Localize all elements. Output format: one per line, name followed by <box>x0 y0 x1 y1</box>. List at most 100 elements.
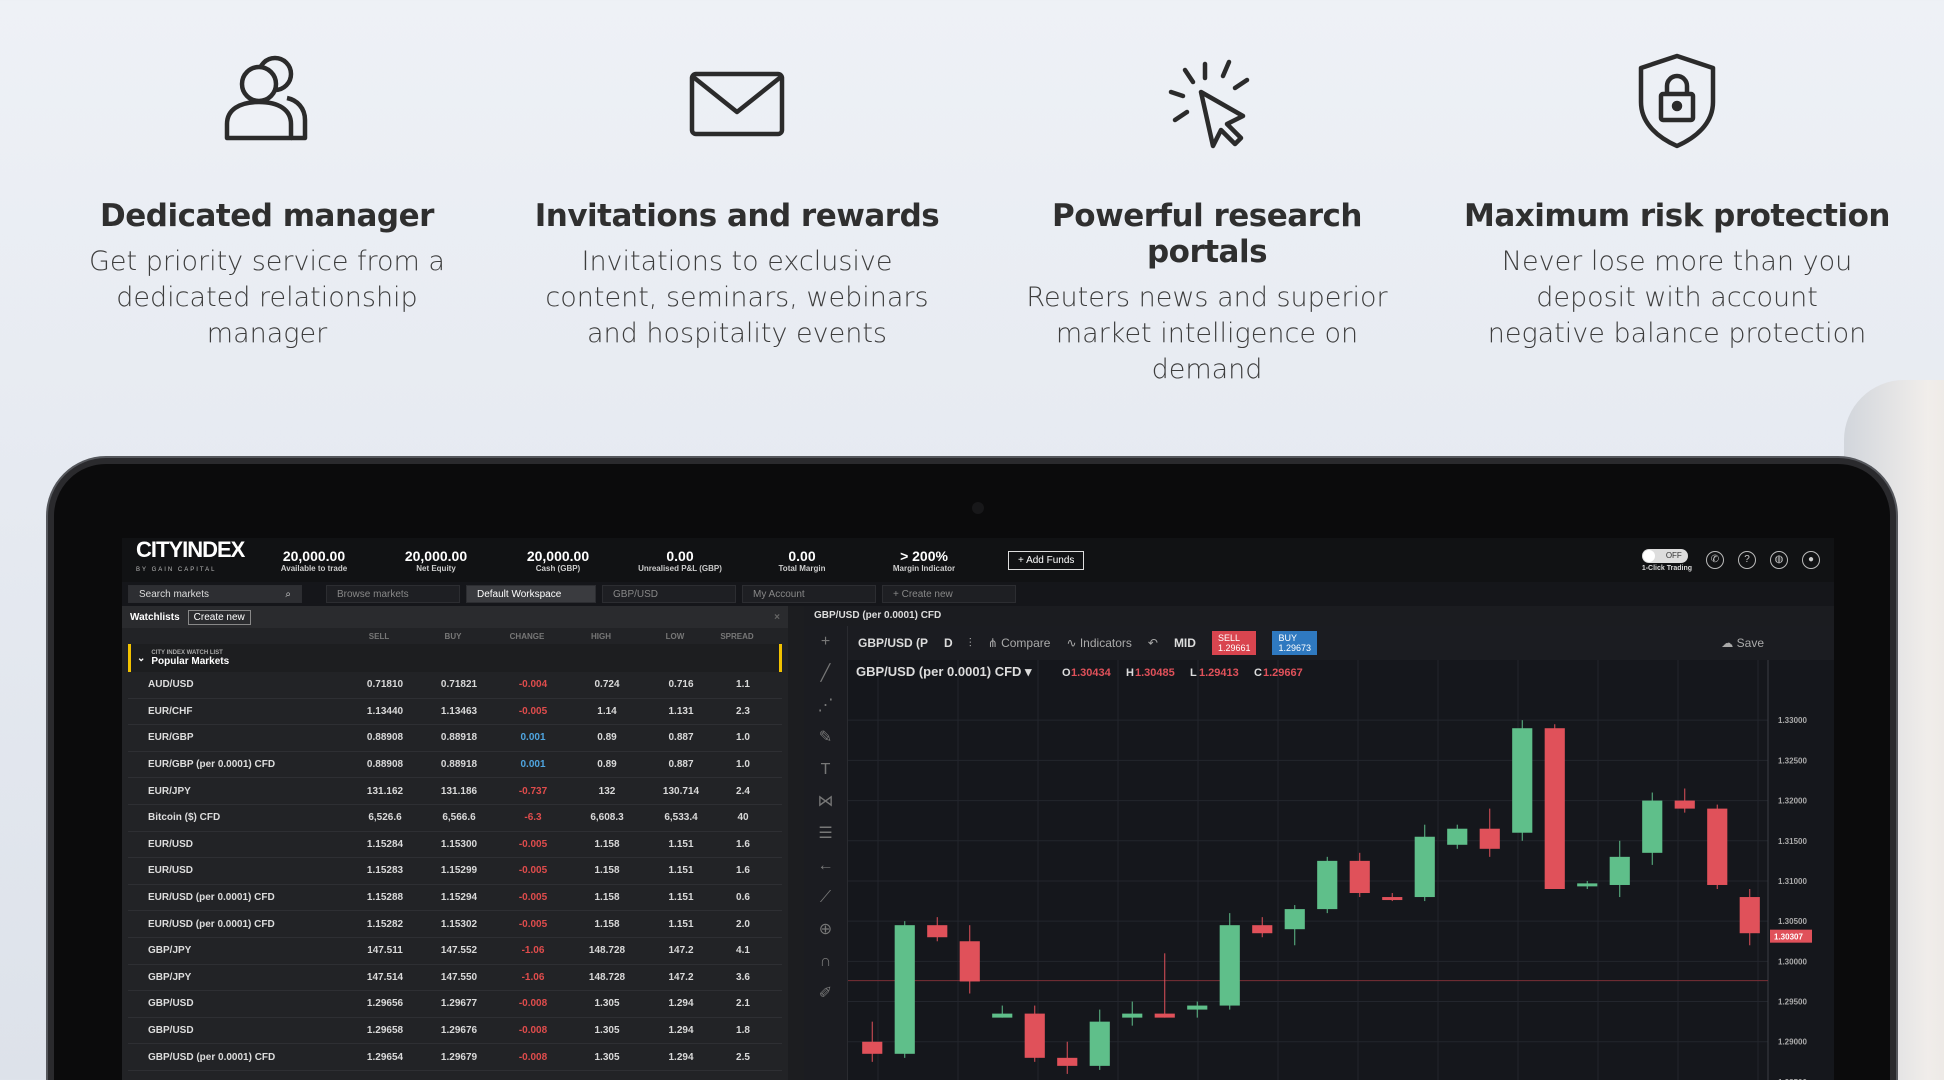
feature-text: Get priority service from a dedicated re… <box>89 246 445 349</box>
col-high[interactable]: HIGH <box>564 632 638 641</box>
back-arrow-icon[interactable]: ← <box>804 850 847 882</box>
table-row[interactable]: AUD/USD 0.71810 0.71821 -0.004 0.724 0.716 1.1 <box>128 672 782 699</box>
ruler-icon[interactable]: ☰ <box>804 818 847 850</box>
trendline-icon[interactable]: ╱ <box>804 658 847 690</box>
measure-icon[interactable]: ⟋ <box>804 882 847 914</box>
magnet-icon[interactable]: ∩ <box>804 946 847 978</box>
market-sell[interactable]: 0.88908 <box>348 732 422 743</box>
market-sell[interactable]: 1.15282 <box>348 919 422 930</box>
table-row[interactable]: GBP/USD 1.29658 1.29676 -0.008 1.305 1.294 1.8 <box>128 1018 782 1045</box>
market-sell[interactable]: 147.514 <box>348 972 422 983</box>
buy-button[interactable]: BUY 1.29673 <box>1272 631 1318 655</box>
fib-icon[interactable]: ⋰ <box>804 690 847 722</box>
table-row[interactable]: EUR/USD (per 0.0001) CFD 1.15282 1.15302 -0… <box>128 911 782 938</box>
market-buy[interactable]: 147.552 <box>422 945 496 956</box>
col-change[interactable]: CHANGE <box>490 632 564 641</box>
sell-button[interactable]: SELL 1.29661 <box>1211 631 1257 655</box>
tab-create-new[interactable]: + Create new <box>882 585 1016 603</box>
search-markets-input[interactable]: Search markets ⌕ <box>128 585 302 603</box>
table-row[interactable]: GBP/USD 1.29656 1.29677 -0.008 1.305 1.294 2.1 <box>128 991 782 1018</box>
table-row[interactable]: GBP/JPY 147.514 147.550 -1.06 148.728 147.2 3.… <box>128 965 782 992</box>
table-row[interactable]: GBP/JPY 147.511 147.552 -1.06 148.728 147.2 4.… <box>128 938 782 965</box>
market-buy[interactable]: 0.88918 <box>422 732 496 743</box>
col-buy[interactable]: BUY <box>416 632 490 641</box>
one-click-toggle[interactable]: OFF <box>1641 548 1688 563</box>
lock-drawing-icon[interactable]: ✐ <box>804 978 847 1010</box>
phone-icon[interactable]: ✆ <box>1706 551 1724 569</box>
indicators-button[interactable]: ∿ Indicators <box>1066 636 1131 650</box>
globe-icon[interactable]: ◍ <box>1770 551 1788 569</box>
table-row[interactable]: GBP/USD (per 0.0001) CFD 1.29654 1.29679 -0… <box>128 1044 782 1071</box>
col-spread[interactable]: SPREAD <box>712 632 762 641</box>
table-row[interactable]: EUR/USD (per 0.0001) CFD 1.15288 1.15294 -0… <box>128 885 782 912</box>
one-click-trading[interactable]: OFF 1-Click Trading <box>1641 548 1692 572</box>
market-buy[interactable]: 0.88918 <box>422 759 496 770</box>
market-sell[interactable]: 1.29654 <box>348 1052 422 1063</box>
crosshair-icon[interactable]: + <box>804 626 847 658</box>
brush-icon[interactable]: ✎ <box>804 722 847 754</box>
tab-browse-markets[interactable]: Browse markets <box>326 585 460 603</box>
create-watchlist-button[interactable]: Create new <box>187 609 251 625</box>
envelope-icon <box>517 50 957 160</box>
market-buy[interactable]: 147.550 <box>422 972 496 983</box>
table-row[interactable]: Bitcoin ($) CFD 6,526.6 6,566.6 -6.3 6,608.3… <box>128 805 782 832</box>
market-change: -0.008 <box>518 1025 548 1037</box>
market-sell[interactable]: 1.29656 <box>348 998 422 1009</box>
tab-default-workspace[interactable]: Default Workspace <box>466 585 596 603</box>
add-funds-button[interactable]: + Add Funds <box>1008 550 1085 570</box>
interval-selector[interactable]: D <box>944 636 953 650</box>
market-buy[interactable]: 131.186 <box>422 786 496 797</box>
table-row[interactable]: EUR/USD 1.15284 1.15300 -0.005 1.158 1.151 1.6 <box>128 832 782 859</box>
table-row[interactable]: EUR/CHF 1.13440 1.13463 -0.005 1.14 1.131 2.3 <box>128 699 782 726</box>
candle-body <box>1642 800 1663 853</box>
market-sell[interactable]: 1.15283 <box>348 865 422 876</box>
candle-type-icon[interactable]: ⫶ <box>969 636 972 651</box>
market-high: 0.89 <box>597 759 617 771</box>
help-icon[interactable]: ? <box>1738 551 1756 569</box>
instrument-selector[interactable]: GBP/USD (P <box>858 636 928 650</box>
pattern-icon[interactable]: ⋈ <box>804 786 847 818</box>
table-row[interactable]: EUR/USD 1.15283 1.15299 -0.005 1.158 1.151 1.6 <box>128 858 782 885</box>
table-row[interactable]: EUR/GBP (per 0.0001) CFD 0.88908 0.88918 0.… <box>128 752 782 779</box>
market-sell[interactable]: 1.29658 <box>348 1025 422 1036</box>
market-sell[interactable]: 0.88908 <box>348 759 422 770</box>
market-sell[interactable]: 131.162 <box>348 786 422 797</box>
col-low[interactable]: LOW <box>638 632 712 641</box>
market-buy[interactable]: 0.71821 <box>422 679 496 690</box>
market-sell[interactable]: 1.15284 <box>348 839 422 850</box>
candle-body <box>927 925 948 938</box>
table-row[interactable]: EUR/JPY 131.162 131.186 -0.737 132 130.714 2.4 <box>128 778 782 805</box>
market-name: EUR/USD (per 0.0001) CFD <box>148 892 275 904</box>
watchlist-group-popular[interactable]: ⌄ CITY INDEX WATCH LIST Popular Markets <box>128 644 782 672</box>
market-buy[interactable]: 1.15302 <box>422 919 496 930</box>
undo-icon[interactable]: ↶ <box>1148 636 1158 650</box>
market-buy[interactable]: 6,566.6 <box>422 812 496 823</box>
market-buy[interactable]: 1.29676 <box>422 1025 496 1036</box>
candlestick-chart[interactable]: 1.33000 1.32500 1.32000 1.31500 1.31000 1.305… <box>848 660 1834 1080</box>
text-icon[interactable]: T <box>804 754 847 786</box>
tab-gbpusd[interactable]: GBP/USD <box>602 585 736 603</box>
chart-panel: GBP/USD (per 0.0001) CFD + ╱ ⋰ ✎ T ⋈ ☰ ←… <box>804 606 1834 1080</box>
market-buy[interactable]: 1.15299 <box>422 865 496 876</box>
col-sell[interactable]: SELL <box>342 632 416 641</box>
close-icon[interactable]: × <box>774 612 780 623</box>
save-button[interactable]: ☁ Save <box>1721 636 1764 650</box>
zoom-icon[interactable]: ⊕ <box>804 914 847 946</box>
market-buy[interactable]: 1.29679 <box>422 1052 496 1063</box>
market-buy[interactable]: 1.13463 <box>422 706 496 717</box>
market-sell[interactable]: 1.15288 <box>348 892 422 903</box>
compare-button[interactable]: ⋔ Compare <box>988 636 1051 650</box>
market-sell[interactable]: 147.511 <box>348 945 422 956</box>
chevron-down-icon[interactable]: ⌄ <box>137 653 145 664</box>
market-sell[interactable]: 6,526.6 <box>348 812 422 823</box>
market-change: -0.737 <box>518 785 548 797</box>
trading-platform-screen: CITYINDEX BY GAIN CAPITAL 20,000.00 Availa… <box>122 538 1834 1080</box>
market-buy[interactable]: 1.15300 <box>422 839 496 850</box>
market-sell[interactable]: 1.13440 <box>348 706 422 717</box>
table-row[interactable]: EUR/GBP 0.88908 0.88918 0.001 0.89 0.887 1.0 <box>128 725 782 752</box>
market-sell[interactable]: 0.71810 <box>348 679 422 690</box>
tab-my-account[interactable]: My Account <box>742 585 876 603</box>
user-icon[interactable]: ● <box>1802 551 1820 569</box>
market-buy[interactable]: 1.15294 <box>422 892 496 903</box>
market-buy[interactable]: 1.29677 <box>422 998 496 1009</box>
